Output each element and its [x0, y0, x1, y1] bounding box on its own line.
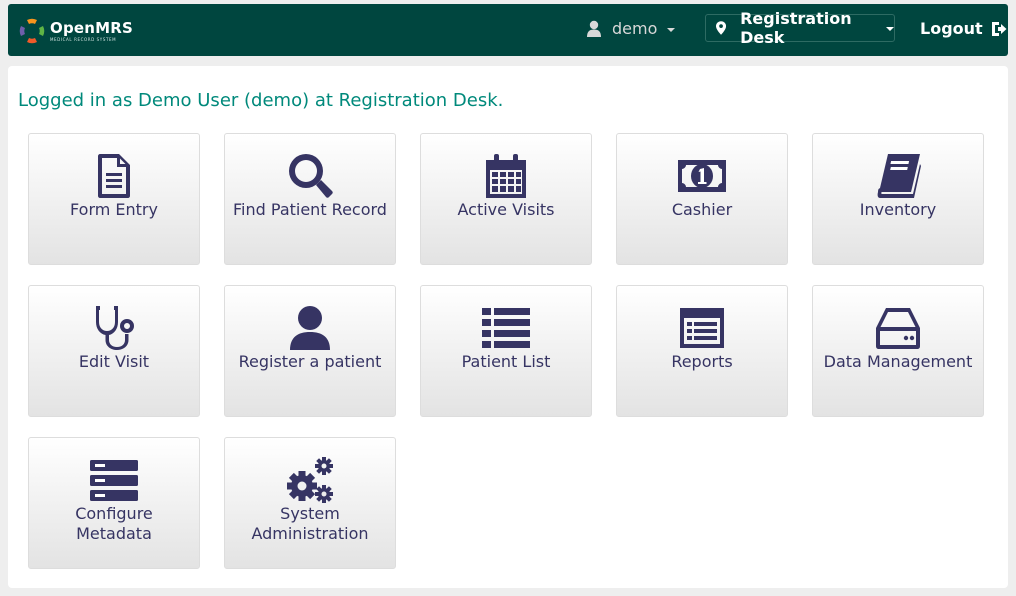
- calendar-icon: [486, 154, 526, 198]
- app-label: Cashier: [671, 200, 733, 219]
- book-icon: [877, 154, 921, 198]
- server-icon: [90, 460, 138, 501]
- app-label: Active Visits: [457, 200, 555, 219]
- logo-subtitle: MEDICAL RECORD SYSTEM: [50, 36, 117, 42]
- app-register-patient[interactable]: Register a patient: [224, 285, 396, 417]
- app-reports[interactable]: Reports: [616, 285, 788, 417]
- app-find-patient-record[interactable]: Find Patient Record: [224, 133, 396, 265]
- hdd-icon: [876, 308, 920, 349]
- main-content: Logged in as Demo User (demo) at Registr…: [8, 66, 1008, 588]
- app-patient-list[interactable]: Patient List: [420, 285, 592, 417]
- list-icon: [482, 308, 530, 348]
- app-label: Form Entry: [70, 200, 158, 219]
- user-menu[interactable]: demo: [586, 19, 676, 38]
- gears-icon: [287, 457, 333, 503]
- location-name: Registration Desk: [740, 9, 852, 47]
- app-label: Register a patient: [238, 352, 382, 371]
- app-label: Configure Metadata: [75, 504, 153, 543]
- app-data-management[interactable]: Data Management: [812, 285, 984, 417]
- stethoscope-icon: [96, 306, 134, 350]
- app-edit-visit[interactable]: Edit Visit: [28, 285, 200, 417]
- app-label: System Administration: [251, 504, 369, 543]
- app-label: Find Patient Record: [233, 200, 387, 219]
- app-label: Patient List: [461, 352, 551, 371]
- top-navbar: OpenMRS MEDICAL RECORD SYSTEM demo Regis…: [8, 4, 1008, 56]
- openmrs-logo[interactable]: OpenMRS MEDICAL RECORD SYSTEM: [18, 16, 133, 46]
- chevron-down-icon: [886, 27, 894, 31]
- person-icon: [587, 20, 601, 37]
- map-marker-icon: [716, 21, 727, 35]
- sign-out-icon: [991, 21, 1007, 36]
- logo-name: OpenMRS: [50, 18, 134, 37]
- logout-label: Logout: [920, 19, 983, 38]
- search-icon: [289, 154, 333, 198]
- welcome-message: Logged in as Demo User (demo) at Registr…: [18, 90, 504, 111]
- user-icon: [290, 306, 330, 350]
- app-inventory[interactable]: Inventory: [812, 133, 984, 265]
- file-text-icon: [98, 154, 130, 198]
- app-label: Reports: [671, 352, 733, 371]
- app-system-administration[interactable]: System Administration: [224, 437, 396, 569]
- money-icon: [678, 160, 726, 192]
- chevron-down-icon: [667, 27, 676, 32]
- app-cashier[interactable]: Cashier: [616, 133, 788, 265]
- openmrs-logo-icon: [19, 18, 45, 44]
- user-name: demo: [612, 19, 658, 38]
- app-form-entry[interactable]: Form Entry: [28, 133, 200, 265]
- report-icon: [680, 308, 724, 348]
- app-label: Inventory: [859, 200, 937, 219]
- logout-link[interactable]: Logout: [920, 19, 1007, 38]
- app-label: Edit Visit: [78, 352, 150, 371]
- app-configure-metadata[interactable]: Configure Metadata: [28, 437, 200, 569]
- app-active-visits[interactable]: Active Visits: [420, 133, 592, 265]
- location-selector[interactable]: Registration Desk: [705, 9, 895, 47]
- app-label: Data Management: [823, 352, 973, 371]
